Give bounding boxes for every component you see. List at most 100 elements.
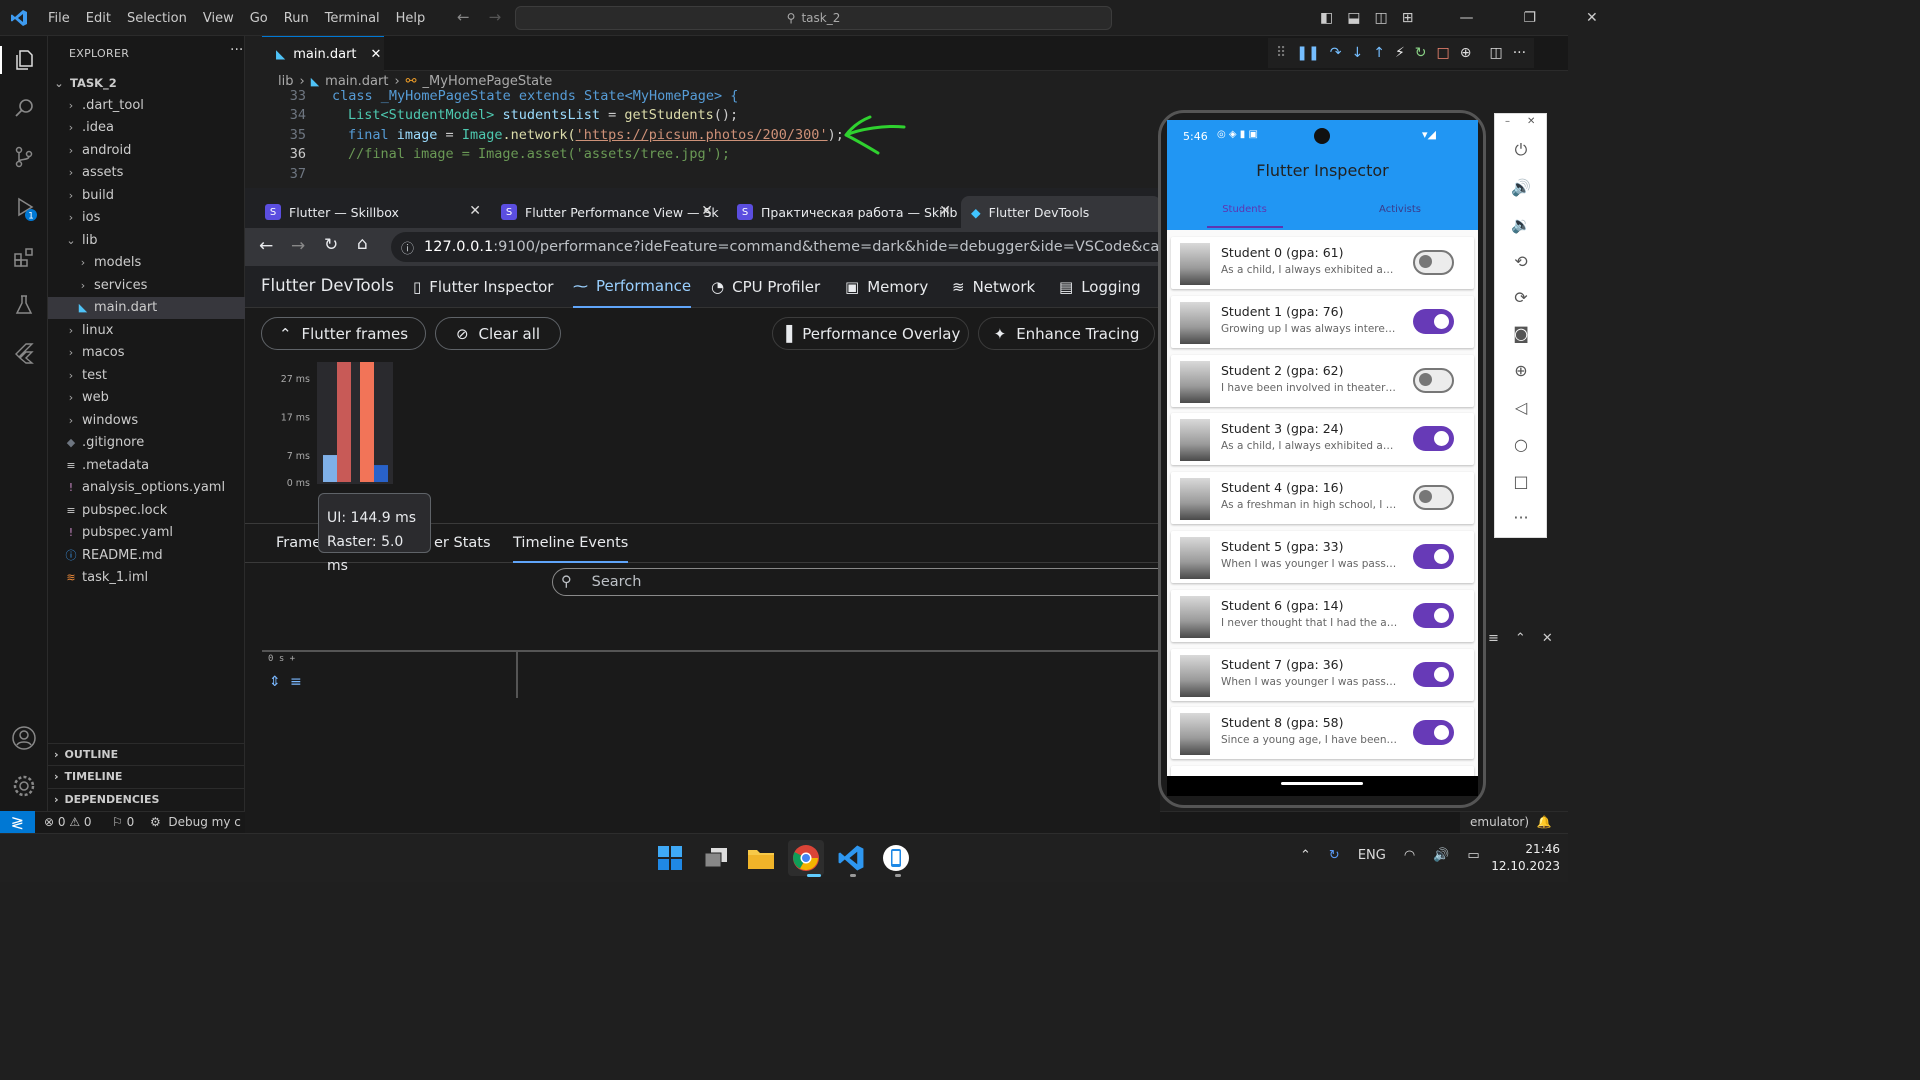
power-icon[interactable]: ⏻ [1510, 139, 1532, 161]
subtab-raster-stats[interactable]: er Stats [434, 535, 491, 551]
toggle-panel-icon[interactable]: ⬓ [1347, 10, 1360, 26]
student-toggle-switch[interactable] [1413, 250, 1454, 275]
vscode-app[interactable] [833, 840, 869, 876]
student-toggle-switch[interactable] [1413, 308, 1454, 334]
browser-tab-active[interactable]: ◆ Flutter DevTools [961, 196, 1160, 228]
panel-list-icon[interactable]: ≡ [1488, 631, 1499, 651]
tree-item-models[interactable]: › models [48, 252, 245, 274]
restart-icon[interactable]: ↻ [1415, 45, 1427, 61]
performance-overlay-button[interactable]: ▐ Performance Overlay [772, 317, 969, 350]
language-indicator[interactable]: ENG [1358, 848, 1386, 863]
breadcrumb-item[interactable]: main.dart [325, 74, 388, 89]
student-list-item[interactable]: Student 1 (gpa: 76) Growing up I was alwa… [1171, 295, 1474, 348]
home-gesture-bar[interactable] [1281, 782, 1363, 785]
student-toggle-switch[interactable] [1413, 661, 1454, 687]
tree-item-linux[interactable]: › linux [48, 319, 245, 341]
overview-square-icon[interactable]: □ [1510, 470, 1532, 492]
timeline-divider[interactable] [516, 652, 518, 698]
rotate-right-icon[interactable]: ⟳ [1510, 286, 1532, 308]
address-bar[interactable]: ⓘ 127.0.0.1:9100/performance?ideFeature=… [391, 232, 1160, 262]
enhance-tracing-button[interactable]: ✦ Enhance Tracing [978, 317, 1155, 350]
battery-icon[interactable]: ▭ [1467, 848, 1479, 863]
more-actions-icon[interactable]: ··· [230, 42, 243, 58]
student-toggle-switch[interactable] [1413, 426, 1454, 452]
settings-gear-icon[interactable] [10, 772, 38, 800]
split-editor-icon[interactable]: ◫ [1489, 45, 1502, 61]
source-control-icon[interactable] [10, 143, 38, 171]
back-arrow-icon[interactable]: ← [457, 8, 470, 26]
subtab-timeline-events[interactable]: Timeline Events [513, 535, 629, 563]
code-editor[interactable]: 33 class _MyHomePageState extends State<M… [262, 90, 1162, 185]
tree-item-services[interactable]: › services [48, 274, 245, 296]
customize-layout-icon[interactable]: ⊞ [1402, 10, 1414, 26]
tab-logging[interactable]: ▤ Logging [1059, 266, 1141, 308]
ui-frame-bar[interactable] [360, 362, 374, 482]
student-list-item[interactable]: Student 5 (gpa: 33) When I was younger I … [1171, 531, 1474, 583]
remote-button[interactable]: ≷ [0, 811, 35, 833]
browser-tab[interactable]: S Flutter Performance View — Sk ✕ [491, 196, 719, 228]
step-out-icon[interactable]: ↑ [1373, 45, 1385, 61]
dependencies-section[interactable]: › DEPENDENCIES [48, 788, 245, 810]
close-tab-icon[interactable]: ✕ [371, 47, 382, 62]
student-list-item[interactable]: Student 8 (gpa: 58) Since a young age, I … [1171, 707, 1474, 760]
reload-icon[interactable]: ↻ [324, 235, 338, 255]
student-toggle-switch[interactable] [1413, 367, 1454, 393]
editor-tab-main-dart[interactable]: ◣ main.dart ✕ [262, 36, 384, 71]
pause-icon[interactable]: ❚❚ [1296, 45, 1319, 61]
extensions-icon[interactable] [10, 243, 38, 271]
emu-close-icon[interactable]: ✕ [1527, 116, 1535, 127]
site-info-icon[interactable]: ⓘ [401, 238, 414, 257]
student-list-item[interactable]: Student 3 (gpa: 24) As a child, I always … [1171, 413, 1474, 466]
close-tab-icon[interactable]: ✕ [701, 203, 713, 219]
volume-down-icon[interactable]: 🔉 [1510, 213, 1532, 235]
subtab-frame-analysis[interactable]: Frame [276, 535, 321, 551]
menu-go[interactable]: Go [242, 11, 276, 26]
tree-item-pubspec-yaml[interactable]: ! pubspec.yaml [48, 522, 245, 544]
home-icon[interactable]: ⌂ [357, 234, 368, 254]
tab-network[interactable]: ≋ Network [952, 266, 1035, 308]
drag-handle-icon[interactable]: ⠿ [1276, 45, 1286, 61]
outline-section[interactable]: › OUTLINE [48, 743, 245, 765]
menu-terminal[interactable]: Terminal [317, 11, 388, 26]
tree-item-android[interactable]: › android [48, 139, 245, 161]
bell-icon[interactable]: 🔔 [1537, 815, 1552, 829]
tree-item--metadata[interactable]: ≡ .metadata [48, 454, 245, 476]
ui-frame-bar[interactable] [337, 362, 351, 482]
clock[interactable]: 21:46 12.10.2023 [1490, 841, 1560, 875]
back-icon[interactable]: ← [259, 236, 273, 256]
student-toggle-switch[interactable] [1413, 602, 1454, 628]
zoom-icon[interactable]: ⊕ [1510, 359, 1532, 381]
testing-flask-icon[interactable] [10, 291, 38, 319]
hot-reload-icon[interactable]: ⚡ [1395, 45, 1405, 61]
breadcrumb-item[interactable]: lib [278, 74, 293, 89]
flutter-frames-button[interactable]: ⌃ Flutter frames [261, 317, 426, 350]
menu-help[interactable]: Help [388, 11, 434, 26]
explorer-icon[interactable] [0, 46, 48, 74]
minimize-icon[interactable]: — [1459, 10, 1473, 26]
ports-status[interactable]: ⚐ 0 [112, 815, 134, 829]
debug-status[interactable]: ⚙ Debug my c [150, 815, 241, 829]
student-list-item[interactable]: Student 7 (gpa: 36) When I was younger I … [1171, 648, 1474, 701]
volume-icon[interactable]: 🔊 [1433, 848, 1449, 863]
run-debug-icon[interactable]: 1 [10, 194, 38, 222]
browser-tab[interactable]: S Практическая работа — Skillb ✕ [727, 196, 957, 228]
student-toggle-switch[interactable] [1413, 544, 1454, 569]
forward-arrow-icon[interactable]: → [489, 8, 502, 26]
screenshot-camera-icon[interactable]: ◙ [1510, 322, 1532, 344]
accounts-icon[interactable] [10, 724, 38, 752]
tree-item-main-dart[interactable]: ◣ main.dart [48, 296, 245, 319]
emu-minimize-icon[interactable]: – [1505, 116, 1510, 127]
flutter-icon[interactable] [10, 339, 38, 367]
tree-item-readme-md[interactable]: ⓘ README.md [48, 544, 245, 566]
back-triangle-icon[interactable]: ◁ [1510, 396, 1532, 418]
more-actions-icon[interactable]: ··· [1513, 45, 1526, 61]
close-tab-icon[interactable]: ✕ [939, 203, 951, 219]
problems-status[interactable]: ⊗ 0 ⚠ 0 [44, 815, 92, 829]
volume-up-icon[interactable]: 🔊 [1510, 176, 1532, 198]
breadcrumb-item[interactable]: _MyHomePageState [423, 74, 553, 89]
tree-item-assets[interactable]: › assets [48, 162, 245, 184]
home-circle-icon[interactable]: ○ [1510, 433, 1532, 455]
stop-icon[interactable]: □ [1437, 45, 1450, 61]
student-list-item[interactable]: Student 4 (gpa: 16) As a freshman in high… [1171, 472, 1474, 525]
menu-edit[interactable]: Edit [78, 11, 119, 26]
